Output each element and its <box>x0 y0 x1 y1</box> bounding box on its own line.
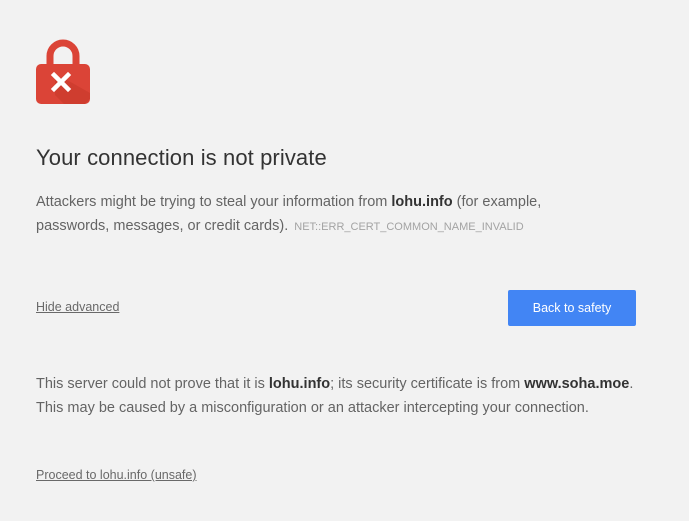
explanation-domain: lohu.info <box>391 194 453 210</box>
proceed-unsafe-link[interactable]: Proceed to lohu.info (unsafe) <box>36 468 197 482</box>
lock-error-icon <box>36 39 90 104</box>
details-text: This server could not prove that it is l… <box>36 372 636 420</box>
error-code: NET::ERR_CERT_COMMON_NAME_INVALID <box>294 221 524 233</box>
explanation-text: Attackers might be trying to steal your … <box>36 190 596 239</box>
page-title: Your connection is not private <box>36 145 327 170</box>
details-part1: This server could not prove that it is <box>36 376 269 392</box>
details-issuer: www.soha.moe <box>524 376 630 392</box>
explanation-prefix: Attackers might be trying to steal your … <box>36 194 392 210</box>
details-part2: ; its security certificate is from <box>330 376 525 392</box>
hide-advanced-link[interactable]: Hide advanced <box>36 300 119 314</box>
back-to-safety-button[interactable]: Back to safety <box>508 290 636 326</box>
details-domain: lohu.info <box>268 376 331 392</box>
interstitial-page: Your connection is not private Attackers… <box>0 0 689 521</box>
